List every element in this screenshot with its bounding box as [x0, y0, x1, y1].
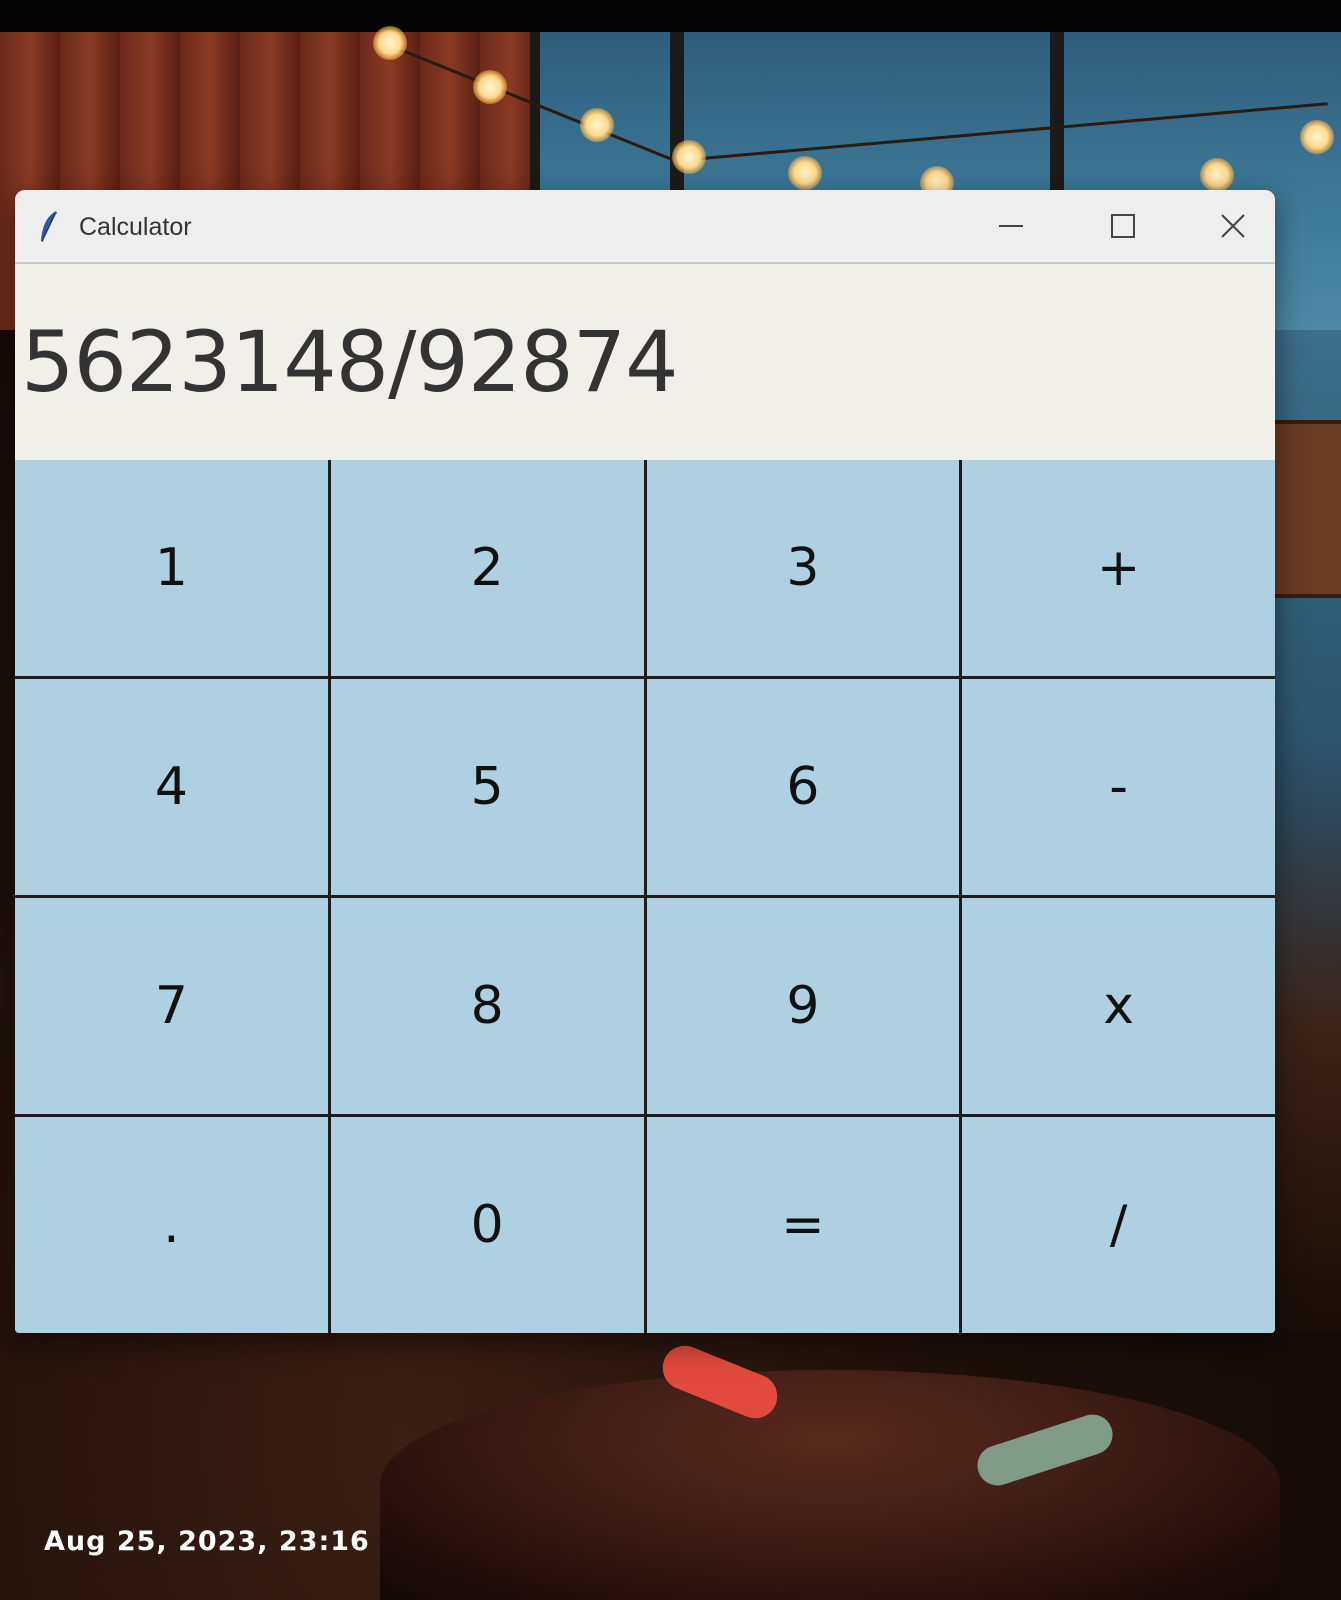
key-2-button[interactable]: 2	[330, 460, 644, 676]
fairy-light	[1200, 158, 1234, 192]
table	[380, 1370, 1280, 1600]
key-divide-button[interactable]: /	[962, 1117, 1275, 1333]
close-icon	[1221, 214, 1245, 238]
photo-timestamp: Aug 25, 2023, 23:16	[44, 1526, 370, 1557]
fairy-light	[473, 70, 507, 104]
key-9-button[interactable]: 9	[646, 898, 960, 1114]
wall-picture-frame	[1270, 420, 1341, 598]
window-title: Calculator	[79, 213, 192, 241]
key-5-button[interactable]: 5	[330, 679, 644, 895]
key-plus-button[interactable]: +	[962, 460, 1275, 676]
calculator-window: Calculator 5623148/92874 1 2 3 +4 5 6 - …	[15, 190, 1275, 1333]
photo-top-edge	[0, 0, 1341, 32]
photo-scene: Aug 25, 2023, 23:16 Calculator 5623148/9…	[0, 0, 1341, 1600]
minimize-icon	[999, 225, 1023, 227]
fairy-light	[580, 108, 614, 142]
key-multiply-button[interactable]: x	[962, 898, 1275, 1114]
close-button[interactable]	[1185, 198, 1275, 254]
key-3-button[interactable]: 3	[646, 460, 960, 676]
expression-display: 5623148/92874	[21, 313, 679, 411]
key-8-button[interactable]: 8	[330, 898, 644, 1114]
fairy-light	[373, 26, 407, 60]
calculator-display: 5623148/92874	[15, 264, 1275, 460]
key-minus-button[interactable]: -	[962, 679, 1275, 895]
fairy-light	[672, 140, 706, 174]
fairy-light	[788, 156, 822, 190]
key-equals-button[interactable]: =	[646, 1117, 960, 1333]
minimize-button[interactable]	[963, 198, 1059, 254]
maximize-button[interactable]	[1075, 198, 1171, 254]
feather-icon	[41, 211, 57, 242]
key-decimal-button[interactable]: .	[15, 1117, 328, 1333]
title-bar[interactable]: Calculator	[15, 190, 1275, 264]
key-7-button[interactable]: 7	[15, 898, 328, 1114]
keypad: 1 2 3 +4 5 6- 7 8 9 x. 0 = /	[15, 460, 1275, 1333]
maximize-icon	[1111, 214, 1135, 238]
key-6-button[interactable]: 6	[646, 679, 960, 895]
key-4-button[interactable]: 4	[15, 679, 328, 895]
key-1-button[interactable]: 1	[15, 460, 328, 676]
fairy-light	[1300, 120, 1334, 154]
key-0-button[interactable]: 0	[330, 1117, 644, 1333]
